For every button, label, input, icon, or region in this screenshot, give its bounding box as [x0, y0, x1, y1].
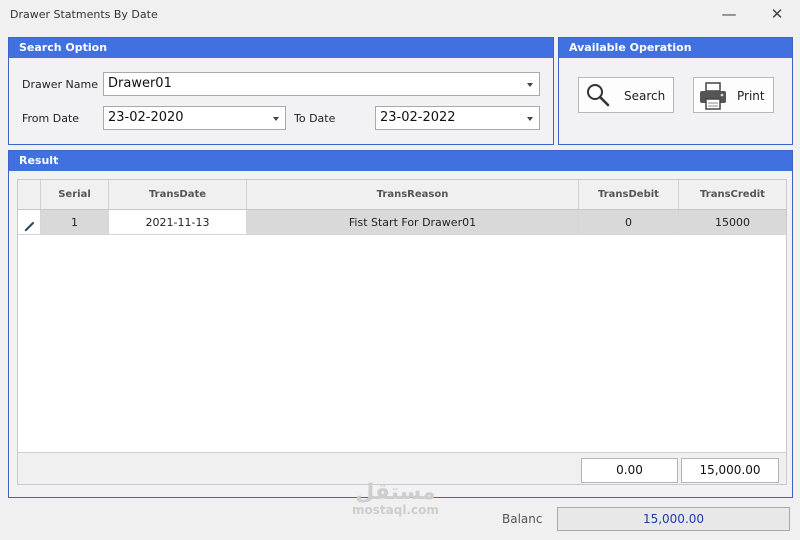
- cell-transreason[interactable]: Fist Start For Drawer01: [247, 210, 579, 235]
- balance-value: 15,000.00: [557, 507, 790, 531]
- available-operation-group: Available Operation Search Print: [558, 37, 793, 145]
- cell-transdebit[interactable]: 0: [579, 210, 679, 235]
- cell-transcredit[interactable]: 15000: [679, 210, 786, 235]
- print-button-label: Print: [737, 89, 765, 103]
- window-title: Drawer Statments By Date: [10, 8, 158, 21]
- to-date-picker[interactable]: 23-02-2022: [375, 106, 540, 130]
- search-button-label: Search: [624, 89, 666, 103]
- column-header-transdebit[interactable]: TransDebit: [579, 180, 679, 210]
- to-date-value: 23-02-2022: [380, 110, 456, 125]
- total-credit: 15,000.00: [681, 458, 779, 483]
- drawer-name-value: Drawer01: [108, 76, 172, 91]
- chevron-down-icon: [527, 117, 533, 121]
- column-header-transdate[interactable]: TransDate: [109, 180, 247, 210]
- result-grid[interactable]: Serial TransDate TransReason TransDebit …: [17, 179, 787, 485]
- magnifier-icon: [585, 82, 611, 111]
- print-button[interactable]: Print: [693, 77, 774, 113]
- column-header-serial[interactable]: Serial: [41, 180, 109, 210]
- title-bar: Drawer Statments By Date — ✕: [0, 0, 800, 30]
- balance-label: Balanc: [502, 512, 543, 526]
- drawer-name-label: Drawer Name: [22, 78, 98, 91]
- chevron-down-icon: [273, 117, 279, 121]
- result-group: Result Serial TransDate TransReason Tran…: [8, 150, 793, 498]
- to-date-label: To Date: [294, 112, 336, 125]
- result-header: Result: [9, 151, 792, 171]
- chevron-down-icon: [527, 83, 533, 87]
- watermark-logo: مستقل mostaql.com: [352, 480, 439, 517]
- pencil-icon: [24, 216, 35, 241]
- watermark-arabic: مستقل: [355, 480, 436, 505]
- row-indicator-header: [18, 180, 41, 210]
- available-operation-header: Available Operation: [559, 38, 792, 58]
- cell-serial[interactable]: 1: [41, 210, 109, 235]
- minimize-button[interactable]: —: [716, 4, 742, 26]
- from-date-picker[interactable]: 23-02-2020: [103, 106, 286, 130]
- search-option-group: Search Option Drawer Name Drawer01 From …: [8, 37, 554, 145]
- search-option-header: Search Option: [9, 38, 553, 58]
- search-button[interactable]: Search: [578, 77, 674, 113]
- total-debit: 0.00: [581, 458, 678, 483]
- from-date-value: 23-02-2020: [108, 110, 184, 125]
- row-indicator[interactable]: [18, 210, 41, 235]
- watermark-latin: mostaql.com: [352, 503, 439, 517]
- from-date-label: From Date: [22, 112, 80, 125]
- column-header-transcredit[interactable]: TransCredit: [679, 180, 786, 210]
- cell-transdate[interactable]: 2021-11-13: [109, 210, 247, 235]
- close-button[interactable]: ✕: [764, 4, 790, 26]
- drawer-name-select[interactable]: Drawer01: [103, 72, 540, 96]
- column-header-transreason[interactable]: TransReason: [247, 180, 579, 210]
- printer-icon: [697, 80, 729, 115]
